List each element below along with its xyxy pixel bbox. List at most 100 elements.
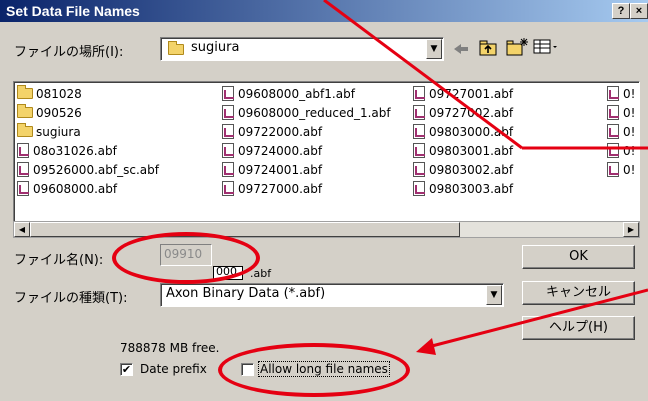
file-column-1: 081028 090526 sugiura 08o31026.abf 09526000.… [17,84,159,198]
item-label: 09727000.abf [238,181,323,196]
chevron-down-icon[interactable]: ▼ [486,285,502,305]
item-label: 09722000.abf [238,124,323,139]
file-item[interactable]: 09608000_reduced_1.abf [222,103,391,122]
abf-file-icon [17,143,29,158]
back-icon[interactable] [452,41,470,55]
filename-label: ファイル名(N): [14,253,104,268]
file-item[interactable]: 0! [607,141,635,160]
file-column-2: 09608000_abf1.abf 09608000_reduced_1.abf 0… [222,84,391,198]
close-button[interactable]: × [630,3,648,19]
abf-file-icon [222,162,234,177]
item-label: 08o31026.abf [33,143,117,158]
free-space-text: 788878 MB free. [120,341,220,355]
file-item[interactable]: 0! [607,122,635,141]
file-list[interactable]: 081028 090526 sugiura 08o31026.abf 09526000.… [13,81,640,223]
abf-file-icon [222,124,234,139]
title-bar: Set Data File Names ? × [0,0,648,22]
item-label: 09724001.abf [238,162,323,177]
chevron-down-icon[interactable]: ▼ [426,39,442,59]
up-folder-icon[interactable] [478,38,500,58]
abf-file-icon [17,162,29,177]
annotation-ellipse-filename [112,232,260,284]
abf-file-icon [413,143,425,158]
file-item[interactable]: 09727000.abf [222,179,391,198]
abf-file-icon [607,124,619,139]
abf-file-icon [413,105,425,120]
abf-file-icon [607,143,619,158]
file-item[interactable]: 09722000.abf [222,122,391,141]
item-label: 09608000_reduced_1.abf [238,105,391,120]
item-label: 0! [623,86,636,101]
cancel-button[interactable]: キャンセル [522,281,635,305]
item-label: 09803001.abf [429,143,514,158]
abf-file-icon [413,162,425,177]
item-label: 090526 [36,105,82,120]
abf-file-icon [222,143,234,158]
filetype-combo[interactable]: Axon Binary Data (*.abf) ▼ [160,283,504,307]
location-combo[interactable]: sugiura ▼ [160,37,444,61]
item-label: 0! [623,162,636,177]
abf-file-icon [222,86,234,101]
item-label: 09727001.abf [429,86,514,101]
file-item[interactable]: 09608000_abf1.abf [222,84,391,103]
file-column-4: 0! 0! 0! 0! 0! [607,84,635,179]
new-folder-icon[interactable] [505,37,529,57]
file-item[interactable]: 09608000.abf [17,179,159,198]
window-title: Set Data File Names [6,3,140,19]
item-label: 09608000.abf [33,181,118,196]
abf-file-icon [413,86,425,101]
item-label: 081028 [36,86,82,101]
view-menu-icon[interactable] [532,38,560,56]
item-label: 09608000_abf1.abf [238,86,355,101]
folder-item[interactable]: sugiura [17,122,159,141]
annotation-ellipse-longnames [218,343,410,397]
file-item[interactable]: 09724001.abf [222,160,391,179]
item-label: 09803000.abf [429,124,514,139]
item-label: 09724000.abf [238,143,323,158]
item-label: 09526000.abf_sc.abf [33,162,159,177]
file-item[interactable]: 0! [607,84,635,103]
folder-item[interactable]: 090526 [17,103,159,122]
folder-icon [168,41,184,55]
checkmark-icon: ✔ [121,363,132,376]
date-prefix-checkbox[interactable]: ✔ [120,363,133,376]
file-item[interactable]: 08o31026.abf [17,141,159,160]
date-prefix-label: Date prefix [140,362,207,376]
abf-file-icon [607,105,619,120]
file-item[interactable]: 09724000.abf [222,141,391,160]
help-button[interactable]: ヘルプ(H) [522,316,635,340]
file-item[interactable]: 09803002.abf [413,160,513,179]
item-label: 0! [623,143,636,158]
folder-item[interactable]: 081028 [17,84,159,103]
scroll-left-icon[interactable]: ◀ [14,222,30,237]
filetype-value: Axon Binary Data (*.abf) [166,286,326,301]
file-item[interactable]: 09727002.abf [413,103,513,122]
file-item[interactable]: 09727001.abf [413,84,513,103]
file-item[interactable]: 0! [607,160,635,179]
scroll-thumb[interactable] [30,222,460,237]
folder-icon [17,104,33,118]
item-label: 09803002.abf [429,162,514,177]
file-item[interactable]: 09803001.abf [413,141,513,160]
annotation-arrowhead [416,338,436,355]
abf-file-icon [413,181,425,196]
file-item[interactable]: 09803003.abf [413,179,513,198]
file-item[interactable]: 09526000.abf_sc.abf [17,160,159,179]
abf-file-icon [607,86,619,101]
item-label: 09803003.abf [429,181,514,196]
location-value: sugiura [191,40,240,55]
abf-file-icon [222,105,234,120]
item-label: 09727002.abf [429,105,514,120]
abf-file-icon [17,181,29,196]
ok-button[interactable]: OK [522,245,635,269]
location-label: ファイルの場所(I): [14,45,124,60]
file-item[interactable]: 09803000.abf [413,122,513,141]
filetype-label: ファイルの種類(T): [14,291,128,306]
item-label: sugiura [36,124,81,139]
file-item[interactable]: 0! [607,103,635,122]
help-title-button[interactable]: ? [612,3,630,19]
scroll-right-icon[interactable]: ▶ [623,222,639,237]
horizontal-scrollbar[interactable]: ◀ ▶ [13,221,640,238]
file-column-3: 09727001.abf 09727002.abf 09803000.abf 0980… [413,84,513,198]
abf-file-icon [607,162,619,177]
